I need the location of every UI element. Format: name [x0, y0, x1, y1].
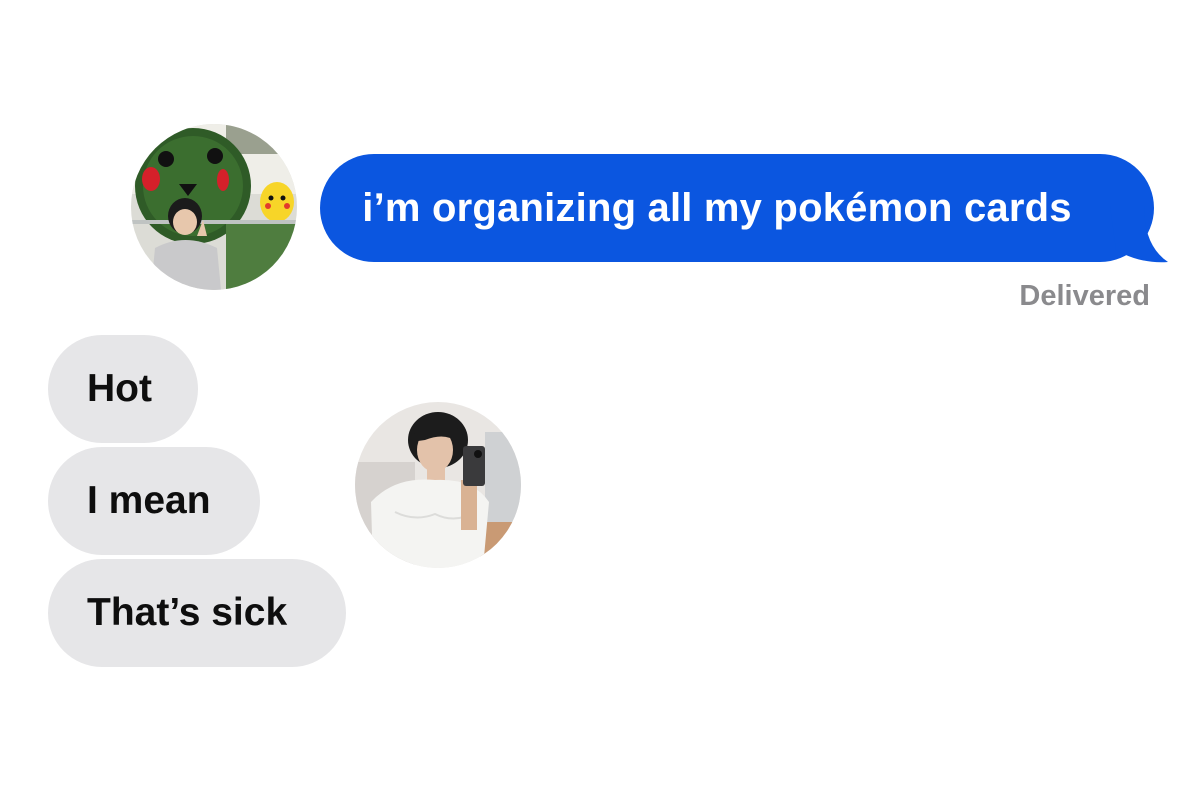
- delivery-status: Delivered: [1019, 280, 1150, 312]
- bubble-tail-icon: [1110, 206, 1168, 263]
- outgoing-message-bubble[interactable]: i’m organizing all my pokémon cards: [320, 154, 1154, 262]
- sender-avatar[interactable]: [131, 124, 297, 290]
- replier-avatar[interactable]: [355, 402, 521, 568]
- message-thread: i’m organizing all my pokémon cards Deli…: [0, 0, 1200, 800]
- incoming-message-text: Hot: [87, 367, 152, 410]
- outgoing-message-text: i’m organizing all my pokémon cards: [362, 185, 1072, 230]
- incoming-message-bubble[interactable]: I mean: [48, 447, 260, 555]
- contact-photo-icon: [131, 124, 297, 290]
- contact-photo-icon: [355, 402, 521, 568]
- incoming-message-bubble[interactable]: That’s sick: [48, 559, 346, 667]
- incoming-message-text: That’s sick: [87, 591, 288, 634]
- incoming-message-bubble[interactable]: Hot: [48, 335, 198, 443]
- incoming-message-text: I mean: [87, 479, 211, 522]
